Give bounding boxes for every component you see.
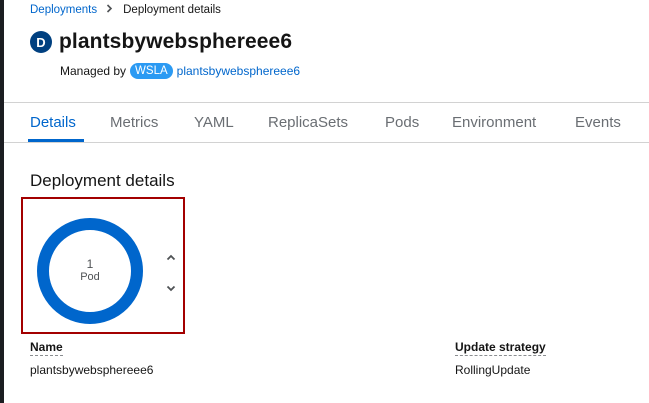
pod-count: 1 <box>86 257 94 271</box>
active-tab-indicator <box>28 139 84 142</box>
name-label: Name <box>30 340 63 356</box>
tab-environment[interactable]: Environment <box>452 114 536 131</box>
tab-yaml[interactable]: YAML <box>194 114 234 131</box>
breadcrumb-current: Deployment details <box>123 4 221 16</box>
managed-by-badge: WSLA <box>130 63 173 79</box>
pod-ring-chart: 1 Pod <box>37 218 143 324</box>
update-strategy-label: Update strategy <box>455 340 546 356</box>
section-title: Deployment details <box>30 171 175 190</box>
page-header: D plantsbywebsphereee6 <box>30 30 292 54</box>
page-title: plantsbywebsphereee6 <box>59 30 293 53</box>
chevron-up-icon[interactable] <box>164 250 178 264</box>
breadcrumb-deployments-link[interactable]: Deployments <box>30 4 97 16</box>
pod-unit-label: Pod <box>80 271 100 283</box>
tab-replicasets[interactable]: ReplicaSets <box>268 114 348 131</box>
tab-bar: Details Metrics YAML ReplicaSets Pods En… <box>4 103 649 143</box>
managed-by: Managed by WSLA plantsbywebsphereee6 <box>60 63 300 79</box>
breadcrumb: Deployments Deployment details <box>30 4 221 16</box>
managed-by-label: Managed by <box>60 64 127 78</box>
deployment-kind-badge: D <box>30 31 52 53</box>
pod-scaler-highlight: 1 Pod <box>21 197 185 334</box>
update-strategy-value: RollingUpdate <box>455 363 531 377</box>
tab-details[interactable]: Details <box>30 114 76 131</box>
name-value: plantsbywebsphereee6 <box>30 363 154 377</box>
tab-pods[interactable]: Pods <box>385 114 419 131</box>
chevron-right-icon <box>106 4 113 16</box>
chevron-down-icon[interactable] <box>164 281 178 295</box>
tab-events[interactable]: Events <box>575 114 621 131</box>
tab-metrics[interactable]: Metrics <box>110 114 158 131</box>
managed-by-link[interactable]: plantsbywebsphereee6 <box>177 64 300 78</box>
left-nav-edge <box>0 0 4 403</box>
